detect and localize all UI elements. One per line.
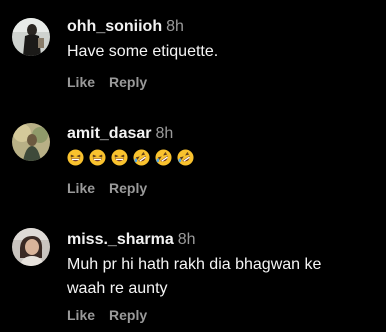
comment-username[interactable]: amit_dasar <box>67 125 152 142</box>
comment-timestamp: 8h <box>166 18 184 35</box>
like-button[interactable]: Like <box>67 180 95 196</box>
comment-text: Muh pr hi hath rakh dia bhagwan ke waah … <box>67 253 378 301</box>
like-button[interactable]: Like <box>67 74 95 90</box>
avatar[interactable] <box>12 123 50 161</box>
comment-timestamp: 8h <box>177 231 196 248</box>
rolling-on-floor-laughing-icon <box>133 149 150 166</box>
avatar[interactable] <box>12 228 50 266</box>
reply-button[interactable]: Reply <box>109 74 147 90</box>
grinning-squinting-face-icon <box>89 149 106 166</box>
comment-text-line: Muh pr hi hath rakh dia bhagwan ke <box>67 256 322 273</box>
comment-username[interactable]: ohh_soniioh <box>67 18 162 35</box>
grinning-squinting-face-icon <box>111 149 128 166</box>
comment-item: amit_dasar 8h Like Reply <box>0 100 386 210</box>
user-avatar-icon <box>12 123 50 161</box>
comment-actions: Like Reply <box>67 74 147 90</box>
comment-emoji-text <box>67 149 378 167</box>
user-avatar-icon <box>12 18 50 56</box>
user-avatar-icon <box>12 228 50 266</box>
comment-text-line: waah re aunty <box>67 280 168 297</box>
comment-actions: Like Reply <box>67 180 147 196</box>
comment-actions: Like Reply <box>67 307 147 323</box>
grinning-squinting-face-icon <box>67 149 84 166</box>
comment-text: Have some etiquette. <box>67 43 219 60</box>
rolling-on-floor-laughing-icon <box>155 149 172 166</box>
like-button[interactable]: Like <box>67 307 95 323</box>
avatar[interactable] <box>12 18 50 56</box>
reply-button[interactable]: Reply <box>109 180 147 196</box>
reply-button[interactable]: Reply <box>109 307 147 323</box>
comment-item: miss._sharma 8h Muh pr hi hath rakh dia b… <box>0 210 386 332</box>
rolling-on-floor-laughing-icon <box>177 149 194 166</box>
comment-timestamp: 8h <box>155 125 174 142</box>
comment-item: ohh_soniioh 8h Have some etiquette. Like R… <box>0 0 386 100</box>
comment-username[interactable]: miss._sharma <box>67 231 174 248</box>
